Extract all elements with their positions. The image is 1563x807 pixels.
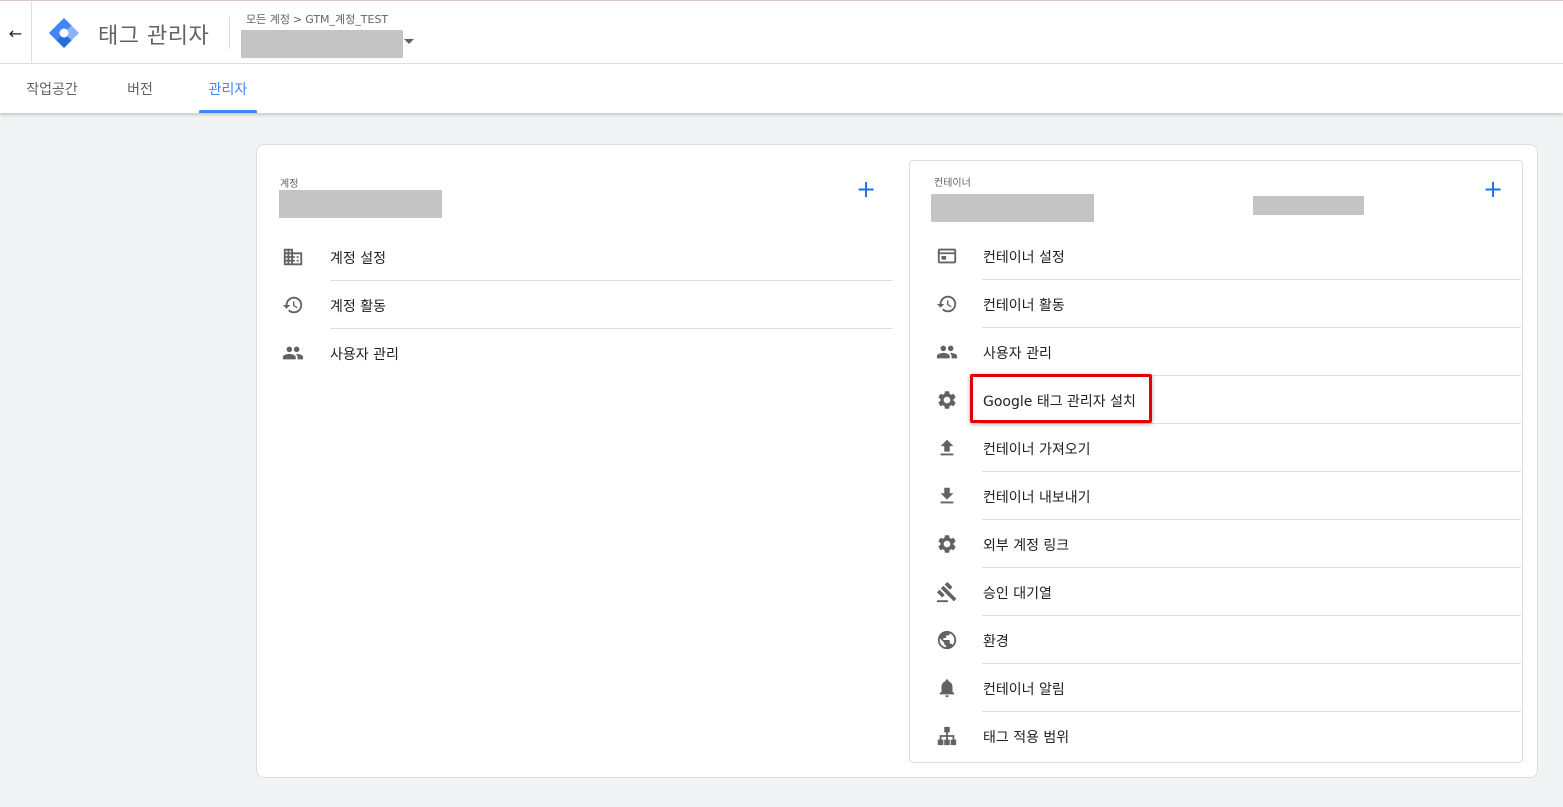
- container-notifications-label: 컨테이너 알림: [983, 682, 1065, 698]
- add-account-button[interactable]: +: [856, 177, 876, 201]
- admin-card: 계정 + 계정 설정 계정 활동 사용자 관리 컨테이너 + 컨테이너 설정 컨…: [256, 144, 1538, 778]
- sitemap-icon: [935, 724, 959, 748]
- tag-coverage-item[interactable]: 태그 적용 범위: [935, 712, 1521, 760]
- container-user-management-label: 사용자 관리: [983, 346, 1052, 362]
- gear-icon: [935, 388, 959, 412]
- building-icon: [281, 245, 305, 269]
- import-container-item[interactable]: 컨테이너 가져오기: [935, 424, 1521, 472]
- redacted-container-id: [1253, 196, 1364, 215]
- tab-bar: 작업공간 버전 관리자: [0, 64, 1563, 113]
- container-settings-item[interactable]: 컨테이너 설정: [935, 232, 1521, 280]
- install-gtm-item[interactable]: Google 태그 관리자 설치: [935, 376, 1521, 424]
- header-divider: [229, 17, 230, 49]
- tab-workspace[interactable]: 작업공간: [11, 64, 93, 113]
- history-icon: [935, 292, 959, 316]
- container-panel: 컨테이너 + 컨테이너 설정 컨테이너 활동 사용자 관리 Google 태그 …: [909, 160, 1523, 763]
- install-gtm-label: Google 태그 관리자 설치: [983, 394, 1136, 410]
- people-icon: [935, 340, 959, 364]
- tag-coverage-label: 태그 적용 범위: [983, 730, 1070, 746]
- account-activity-item[interactable]: 계정 활동: [281, 281, 893, 329]
- breadcrumb-separator: >: [292, 13, 303, 26]
- environments-label: 환경: [983, 634, 1009, 650]
- container-panel-label: 컨테이너: [934, 178, 971, 189]
- app-header: ← 태그 관리자 모든 계정 > GTM_계정_TEST: [0, 0, 1563, 65]
- container-selector[interactable]: [241, 30, 414, 58]
- account-activity-label: 계정 활동: [330, 299, 386, 315]
- account-settings-label: 계정 설정: [330, 251, 386, 267]
- tab-versions[interactable]: 버전: [112, 64, 168, 113]
- import-container-label: 컨테이너 가져오기: [983, 442, 1091, 458]
- approval-queue-item[interactable]: 승인 대기열: [935, 568, 1521, 616]
- history-icon: [281, 293, 305, 317]
- container-settings-label: 컨테이너 설정: [983, 250, 1065, 266]
- external-account-links-item[interactable]: 외부 계정 링크: [935, 520, 1521, 568]
- add-container-button[interactable]: +: [1483, 177, 1503, 201]
- arrow-back-icon: ←: [8, 23, 23, 43]
- back-button[interactable]: ←: [0, 1, 32, 65]
- gear-icon: [935, 532, 959, 556]
- breadcrumb-all-accounts[interactable]: 모든 계정: [246, 13, 290, 26]
- breadcrumb-account[interactable]: GTM_계정_TEST: [305, 13, 388, 26]
- external-account-links-label: 외부 계정 링크: [983, 538, 1070, 554]
- container-activity-item[interactable]: 컨테이너 활동: [935, 280, 1521, 328]
- export-container-label: 컨테이너 내보내기: [983, 490, 1091, 506]
- export-container-item[interactable]: 컨테이너 내보내기: [935, 472, 1521, 520]
- globe-icon: [935, 628, 959, 652]
- app-title: 태그 관리자: [98, 24, 210, 49]
- account-settings-item[interactable]: 계정 설정: [281, 233, 893, 281]
- container-user-management-item[interactable]: 사용자 관리: [935, 328, 1521, 376]
- upload-icon: [935, 436, 959, 460]
- bell-icon: [935, 676, 959, 700]
- redacted-container-name: [931, 194, 1094, 222]
- account-user-management-label: 사용자 관리: [330, 347, 399, 363]
- web-window-icon: [935, 244, 959, 268]
- container-notifications-item[interactable]: 컨테이너 알림: [935, 664, 1521, 712]
- gtm-logo-icon: [49, 18, 79, 48]
- account-panel-label: 계정: [280, 179, 299, 190]
- approval-queue-label: 승인 대기열: [983, 586, 1052, 602]
- redacted-container-name: [241, 30, 403, 58]
- download-icon: [935, 484, 959, 508]
- tab-admin[interactable]: 관리자: [199, 64, 257, 113]
- people-icon: [281, 341, 305, 365]
- environments-item[interactable]: 환경: [935, 616, 1521, 664]
- gavel-icon: [935, 580, 959, 604]
- container-activity-label: 컨테이너 활동: [983, 298, 1065, 314]
- breadcrumb: 모든 계정 > GTM_계정_TEST: [246, 11, 388, 27]
- redacted-account-name: [279, 190, 442, 218]
- caret-down-icon: [404, 39, 414, 44]
- account-user-management-item[interactable]: 사용자 관리: [281, 329, 893, 377]
